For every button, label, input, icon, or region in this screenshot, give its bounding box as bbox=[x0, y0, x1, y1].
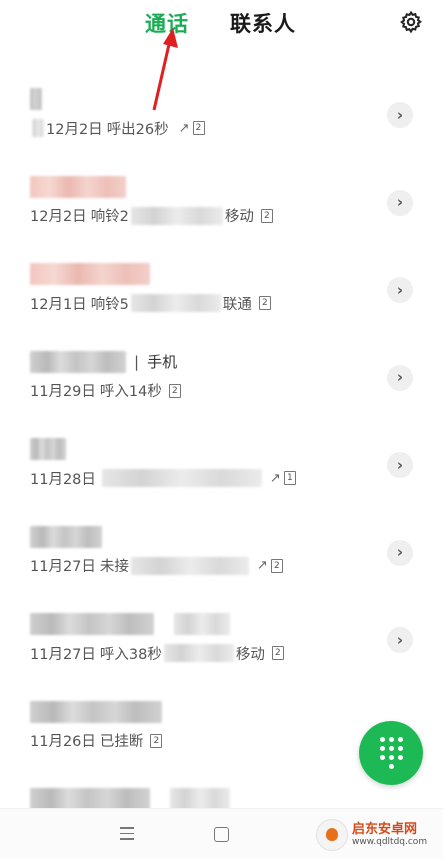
outgoing-arrow-icon: ↗ bbox=[178, 120, 190, 136]
outgoing-arrow-icon: ↗ bbox=[256, 558, 268, 573]
sim-badge: 2 bbox=[168, 383, 181, 398]
call-info: 已挂断 bbox=[99, 734, 144, 750]
call-details-button[interactable]: › bbox=[387, 539, 413, 566]
contact-name-redacted: | 手机 bbox=[30, 350, 178, 373]
menu-icon[interactable] bbox=[120, 827, 134, 844]
contact-name-redacted bbox=[30, 88, 42, 110]
call-details-button[interactable]: › bbox=[387, 627, 413, 653]
call-info: 响铃5 bbox=[90, 296, 129, 313]
call-details-button[interactable]: › bbox=[387, 189, 413, 216]
watermark: 启东安卓网 www.qdltdq.com bbox=[316, 818, 427, 852]
gear-icon[interactable] bbox=[399, 10, 423, 34]
call-details-button[interactable]: › bbox=[387, 277, 413, 303]
call-detail: 11月27日 未接 ↗ 2 bbox=[30, 556, 283, 576]
call-details-button[interactable]: › bbox=[387, 102, 413, 128]
call-date: 11月28日 bbox=[30, 471, 96, 488]
tab-contacts[interactable]: 联系人 bbox=[230, 8, 296, 38]
sim-badge: 2 bbox=[270, 558, 283, 573]
chevron-right-icon: › bbox=[396, 630, 404, 649]
home-icon[interactable] bbox=[214, 827, 229, 842]
call-detail: 12月2日 呼出26秒 ↗ 2 bbox=[30, 118, 205, 138]
call-detail: 12月2日 响铃2 移动 2 bbox=[30, 206, 273, 226]
sim-badge: 2 bbox=[260, 208, 273, 223]
chevron-right-icon: › bbox=[396, 543, 404, 561]
sim-badge: 2 bbox=[271, 646, 284, 660]
call-date: 11月26日 bbox=[30, 734, 96, 750]
call-info: 呼入38秒 bbox=[99, 646, 162, 663]
chevron-right-icon: › bbox=[396, 368, 404, 386]
call-date: 11月29日 bbox=[30, 384, 96, 400]
call-detail: 11月28日 ↗ 1 bbox=[30, 468, 296, 488]
call-log-row[interactable]: 11月28日 ↗ 1 › bbox=[0, 422, 443, 510]
call-log-list: 12月2日 呼出26秒 ↗ 2 › 12月2日 响铃2 移动 2 › 12月1日… bbox=[0, 72, 443, 812]
call-info: 响铃2 bbox=[90, 209, 129, 225]
sim-badge: 2 bbox=[258, 296, 271, 310]
call-info: 呼入14秒 bbox=[99, 384, 162, 400]
call-details-button[interactable]: › bbox=[387, 452, 413, 478]
dialpad-icon bbox=[379, 737, 403, 769]
watermark-logo-icon bbox=[316, 819, 348, 851]
contact-name-redacted bbox=[30, 263, 150, 285]
call-info: 呼出26秒 bbox=[106, 121, 169, 138]
chevron-right-icon: › bbox=[396, 455, 404, 474]
carrier-label: 移动 bbox=[235, 646, 265, 663]
call-detail: 12月1日 响铃5 联通 2 bbox=[30, 293, 271, 313]
number-type-label: 手机 bbox=[147, 353, 178, 371]
call-log-row[interactable]: 12月2日 呼出26秒 ↗ 2 › bbox=[0, 72, 443, 160]
contact-name-redacted bbox=[30, 525, 102, 548]
call-date: 12月2日 bbox=[30, 209, 87, 225]
separator: | bbox=[134, 352, 140, 371]
chevron-right-icon: › bbox=[396, 193, 404, 211]
call-date: 11月27日 bbox=[30, 559, 96, 575]
watermark-name: 启东安卓网 bbox=[352, 822, 418, 837]
dialpad-button[interactable] bbox=[359, 721, 423, 785]
call-date: 11月27日 bbox=[30, 646, 96, 663]
call-detail: 11月27日 呼入38秒 移动 2 bbox=[30, 643, 284, 663]
watermark-url: www.qdltdq.com bbox=[352, 837, 428, 847]
chevron-right-icon: › bbox=[396, 105, 404, 124]
carrier-label: 联通 bbox=[222, 296, 252, 313]
contact-name-redacted bbox=[30, 700, 162, 723]
call-log-row[interactable]: 12月1日 响铃5 联通 2 › bbox=[0, 247, 443, 335]
carrier-label: 移动 bbox=[224, 209, 254, 225]
outgoing-arrow-icon: ↗ bbox=[269, 470, 281, 486]
contact-name-redacted bbox=[30, 613, 230, 635]
chevron-right-icon: › bbox=[396, 280, 404, 299]
call-log-row[interactable]: 12月2日 响铃2 移动 2 › bbox=[0, 160, 443, 248]
call-date: 12月1日 bbox=[30, 296, 87, 313]
sim-badge: 2 bbox=[192, 121, 205, 135]
call-log-row[interactable]: | 手机 11月29日 呼入14秒 2 › bbox=[0, 335, 443, 423]
call-log-row[interactable]: 11月27日 呼入38秒 移动 2 › bbox=[0, 597, 443, 685]
contact-name-redacted bbox=[30, 175, 126, 198]
sim-badge: 2 bbox=[150, 733, 163, 748]
top-tab-bar: 通话 联系人 bbox=[0, 0, 443, 48]
call-log-row[interactable]: 11月27日 未接 ↗ 2 › bbox=[0, 510, 443, 598]
sim-badge: 1 bbox=[283, 471, 296, 485]
call-details-button[interactable]: › bbox=[387, 364, 413, 391]
call-date: 12月2日 bbox=[46, 121, 103, 138]
call-detail: 11月26日 已挂断 2 bbox=[30, 731, 163, 751]
call-info: 未接 bbox=[99, 559, 129, 575]
contact-name-redacted bbox=[30, 438, 66, 460]
call-detail: 11月29日 呼入14秒 2 bbox=[30, 381, 181, 401]
contact-name-redacted bbox=[30, 788, 230, 810]
